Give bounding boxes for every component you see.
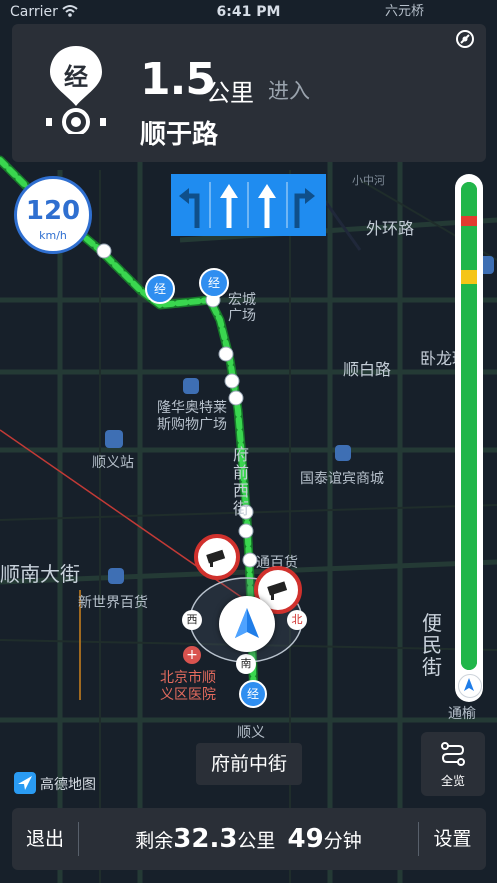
map-label-xinshijie-store: 新世界百货 bbox=[78, 595, 148, 611]
map-label-liuyuan-bridge: 六元桥 bbox=[385, 4, 425, 19]
traffic-track bbox=[461, 182, 477, 670]
map-label-bianmin-street: 便民街 bbox=[422, 611, 442, 679]
route-overview-icon bbox=[441, 742, 465, 766]
map-label-waihuan-road: 外环路 bbox=[366, 219, 415, 238]
map-label-shunyi-hospital: 北京市顺 义区医院 bbox=[160, 670, 216, 703]
traffic-segment-slow bbox=[461, 269, 477, 285]
waypoint-marker-label: 经 bbox=[153, 282, 166, 296]
map-label-longhua-outlets: 隆华奥特莱 斯购物广场 bbox=[157, 400, 227, 433]
lane-guidance bbox=[171, 174, 326, 236]
next-road-name: 顺于路 bbox=[140, 120, 219, 150]
map-label-shunyi: 顺义 bbox=[237, 725, 265, 741]
remaining-distance-unit: 公里 bbox=[237, 830, 276, 852]
waypoint-marker-label: 经 bbox=[207, 276, 220, 290]
waypoint-marker-label: 经 bbox=[246, 687, 259, 701]
shopping-icon[interactable] bbox=[183, 378, 199, 394]
remaining-distance: 32.3 bbox=[173, 824, 238, 854]
gps-signal-icon[interactable] bbox=[454, 28, 476, 50]
overview-label: 全览 bbox=[440, 774, 465, 788]
map-label-tongyu: 通榆 bbox=[448, 706, 476, 722]
lane-arrows-icon bbox=[179, 182, 315, 228]
waypoint-marker[interactable]: 经 bbox=[239, 680, 267, 708]
map-label-guotai-mall: 国泰谊宾商城 bbox=[300, 471, 384, 487]
overview-button[interactable]: 全览 bbox=[421, 732, 485, 796]
compass-north-tag: 北 bbox=[287, 610, 307, 630]
distance-unit: 公里 bbox=[206, 79, 254, 107]
traffic-segment-smooth bbox=[461, 284, 477, 670]
traffic-segment-congested bbox=[461, 216, 477, 226]
speed-limit-sign: 120 km/h bbox=[14, 176, 92, 254]
current-road-name: 府前中街 bbox=[196, 743, 302, 785]
maneuver-action: 进入 bbox=[268, 79, 310, 103]
compass-south-tag: 南 bbox=[236, 654, 256, 674]
remaining-time-unit: 分钟 bbox=[323, 830, 362, 852]
mall-icon[interactable] bbox=[335, 445, 351, 461]
amap-logo-text: 高德地图 bbox=[40, 777, 96, 793]
map-label-fuqian-west-street: 府前西街 bbox=[233, 445, 250, 518]
exit-button[interactable]: 退出 bbox=[12, 808, 78, 870]
traffic-segment-smooth bbox=[461, 225, 477, 270]
waypoint-marker[interactable]: 经 bbox=[199, 268, 229, 298]
waypoint-marker[interactable]: 经 bbox=[145, 274, 175, 304]
settings-button[interactable]: 设置 bbox=[419, 808, 486, 870]
speed-limit-unit: km/h bbox=[39, 229, 67, 242]
remaining-prefix: 剩余 bbox=[135, 830, 174, 852]
speed-limit-value: 120 bbox=[25, 196, 81, 226]
train-station-icon[interactable] bbox=[105, 430, 123, 448]
map-label-shunbai-road: 顺白路 bbox=[343, 360, 392, 379]
bottom-bar: 退出 剩余32.3公里 49分钟 设置 bbox=[12, 808, 486, 870]
map-label-xiaozhong-river: 小中河 bbox=[352, 174, 385, 187]
remaining-summary: 剩余32.3公里 49分钟 bbox=[79, 808, 418, 870]
map-label-shunyi-station: 顺义站 bbox=[92, 455, 134, 471]
amap-logo-icon bbox=[14, 772, 36, 794]
distance-to-turn: 1.5 bbox=[140, 54, 216, 105]
map-label-hongcheng-plaza: 宏城 广场 bbox=[228, 292, 256, 324]
route-traffic-bar[interactable] bbox=[455, 174, 483, 702]
current-location-icon[interactable] bbox=[219, 596, 275, 652]
guidance-panel[interactable]: 经 1.5 公里 进入 顺于路 bbox=[12, 24, 486, 162]
remaining-time: 49 bbox=[287, 824, 324, 854]
compass-west-tag: 西 bbox=[182, 610, 202, 630]
speed-camera-icon[interactable] bbox=[194, 534, 240, 580]
maneuver-badge: 经 bbox=[64, 63, 88, 91]
traffic-segment-smooth bbox=[461, 182, 477, 217]
hospital-icon[interactable]: + bbox=[183, 646, 201, 664]
map-label-shunnan-street: 顺南大街 bbox=[0, 562, 80, 586]
progress-car-icon bbox=[458, 674, 482, 698]
department-store-icon[interactable] bbox=[108, 568, 124, 584]
